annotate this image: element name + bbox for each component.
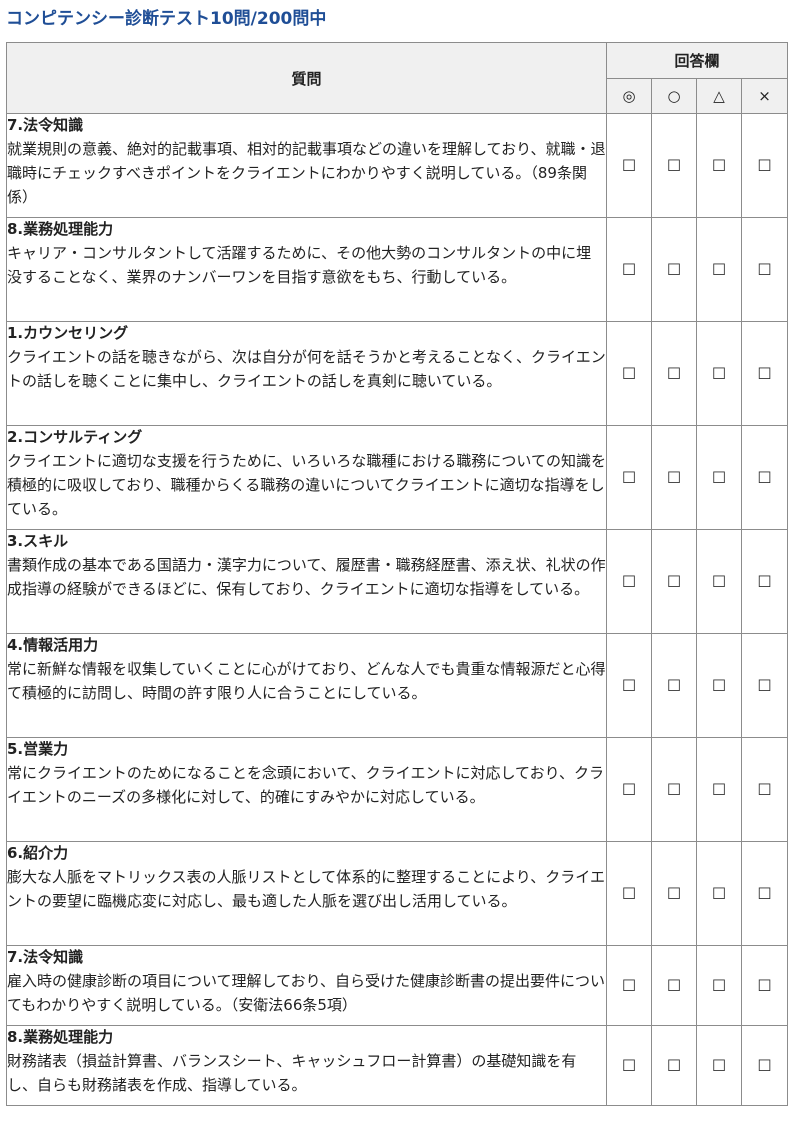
question-text: 常に新鮮な情報を収集していくことに心がけており、どんな人でも貴重な情報源だと心得… [7,660,606,702]
answer-column-header: 回答欄 [605,42,789,79]
question-title: 1.カウンセリング [7,324,129,342]
answer-checkbox-fair[interactable]: ☐ [696,945,742,1026]
answer-checkbox-fair[interactable]: ☐ [696,633,742,738]
question-title: 7.法令知識 [7,116,84,134]
question-text: 雇入時の健康診断の項目について理解しており、自ら受けた健康診断書の提出要件につい… [7,972,606,1014]
answer-checkbox-excellent[interactable]: ☐ [606,217,652,322]
question-text: 書類作成の基本である国語力・漢字力について、履歴書・職務経歴書、添え状、礼状の作… [7,556,606,598]
answer-checkbox-poor[interactable]: ☐ [740,633,789,738]
answer-checkbox-fair[interactable]: ☐ [696,217,742,322]
answer-checkbox-good[interactable]: ☐ [651,945,697,1026]
question-text: クライエントに適切な支援を行うために、いろいろな職種における職務についての知識を… [7,452,606,518]
answer-checkbox-good[interactable]: ☐ [651,217,697,322]
answer-checkbox-excellent[interactable]: ☐ [606,633,652,738]
answer-checkbox-poor[interactable]: ☐ [740,1025,789,1106]
answer-checkbox-excellent[interactable]: ☐ [606,1025,652,1106]
question-row: 8.業務処理能力 財務諸表（損益計算書、バランスシート、キャッシュフロー計算書）… [6,1025,789,1106]
answer-checkbox-poor[interactable]: ☐ [740,529,789,634]
question-text: 就業規則の意義、絶対的記載事項、相対的記載事項などの違いを理解しており、就職・退… [7,140,606,206]
question-text: 常にクライエントのためになることを念頭において、クライエントに対応しており、クラ… [7,764,605,806]
answer-checkbox-fair[interactable]: ☐ [696,737,742,842]
answer-checkbox-excellent[interactable]: ☐ [606,113,652,218]
question-text: 財務諸表（損益計算書、バランスシート、キャッシュフロー計算書）の基礎知識を有し、… [7,1052,577,1094]
question-column-header: 質問 [6,42,607,114]
question-title: 6.紹介力 [7,844,69,862]
answer-checkbox-good[interactable]: ☐ [651,425,697,530]
answer-checkbox-poor[interactable]: ☐ [740,425,789,530]
question-cell: 7.法令知識 雇入時の健康診断の項目について理解しており、自ら受けた健康診断書の… [6,945,607,1026]
question-title: 4.情報活用力 [7,636,99,654]
answer-checkbox-fair[interactable]: ☐ [696,321,742,426]
answer-checkbox-poor[interactable]: ☐ [740,321,789,426]
question-cell: 8.業務処理能力 キャリア・コンサルタントして活躍するために、その他大勢のコンサ… [6,217,607,322]
competency-table: 質問 回答欄 ◎ ○ △ × 7.法令知識 就業規則の意義、絶対的記載事項、相対… [6,42,789,1106]
question-row: 7.法令知識 雇入時の健康診断の項目について理解しており、自ら受けた健康診断書の… [6,945,789,1026]
answer-checkbox-good[interactable]: ☐ [651,321,697,426]
page-title: コンピテンシー診断テスト10問/200問中 [6,9,327,29]
question-row: 3.スキル 書類作成の基本である国語力・漢字力について、履歴書・職務経歴書、添え… [6,529,789,634]
question-cell: 4.情報活用力 常に新鮮な情報を収集していくことに心がけており、どんな人でも貴重… [6,633,607,738]
question-cell: 1.カウンセリング クライエントの話を聴きながら、次は自分が何を話そうかと考える… [6,321,607,426]
question-cell: 8.業務処理能力 財務諸表（損益計算書、バランスシート、キャッシュフロー計算書）… [6,1025,607,1106]
question-row: 7.法令知識 就業規則の意義、絶対的記載事項、相対的記載事項などの違いを理解して… [6,113,789,218]
answer-checkbox-good[interactable]: ☐ [651,113,697,218]
question-cell: 2.コンサルティング クライエントに適切な支援を行うために、いろいろな職種におけ… [6,425,607,530]
answer-checkbox-good[interactable]: ☐ [651,1025,697,1106]
question-title: 7.法令知識 [7,948,84,966]
answer-checkbox-good[interactable]: ☐ [651,841,697,946]
answer-checkbox-poor[interactable]: ☐ [740,841,789,946]
question-row: 4.情報活用力 常に新鮮な情報を収集していくことに心がけており、どんな人でも貴重… [6,633,789,738]
answer-checkbox-excellent[interactable]: ☐ [606,945,652,1026]
answer-checkbox-excellent[interactable]: ☐ [606,321,652,426]
question-title: 3.スキル [7,532,69,550]
option-header-excellent: ◎ [606,78,652,114]
question-title: 5.営業力 [7,740,69,758]
answer-checkbox-poor[interactable]: ☐ [740,737,789,842]
question-title: 8.業務処理能力 [7,220,114,238]
answer-checkbox-poor[interactable]: ☐ [740,945,789,1026]
answer-checkbox-excellent[interactable]: ☐ [606,529,652,634]
answer-checkbox-fair[interactable]: ☐ [696,1025,742,1106]
option-header-good: ○ [651,78,697,114]
question-row: 1.カウンセリング クライエントの話を聴きながら、次は自分が何を話そうかと考える… [6,321,789,426]
answer-checkbox-poor[interactable]: ☐ [740,113,789,218]
answer-checkbox-fair[interactable]: ☐ [696,425,742,530]
question-text: 膨大な人脈をマトリックス表の人脈リストとして体系的に整理することにより、クライエ… [7,868,606,910]
question-cell: 6.紹介力 膨大な人脈をマトリックス表の人脈リストとして体系的に整理することによ… [6,841,607,946]
answer-checkbox-fair[interactable]: ☐ [696,113,742,218]
question-cell: 5.営業力 常にクライエントのためになることを念頭において、クライエントに対応し… [6,737,607,842]
answer-checkbox-excellent[interactable]: ☐ [606,841,652,946]
option-header-poor: × [740,78,789,114]
question-cell: 3.スキル 書類作成の基本である国語力・漢字力について、履歴書・職務経歴書、添え… [6,529,607,634]
question-cell: 7.法令知識 就業規則の意義、絶対的記載事項、相対的記載事項などの違いを理解して… [6,113,607,218]
question-text: クライエントの話を聴きながら、次は自分が何を話そうかと考えることなく、クライエン… [7,348,606,390]
question-row: 2.コンサルティング クライエントに適切な支援を行うために、いろいろな職種におけ… [6,425,789,530]
answer-checkbox-good[interactable]: ☐ [651,737,697,842]
question-row: 6.紹介力 膨大な人脈をマトリックス表の人脈リストとして体系的に整理することによ… [6,841,789,946]
answer-checkbox-poor[interactable]: ☐ [740,217,789,322]
question-title: 8.業務処理能力 [7,1028,114,1046]
answer-checkbox-good[interactable]: ☐ [651,529,697,634]
answer-checkbox-fair[interactable]: ☐ [696,529,742,634]
option-header-fair: △ [696,78,742,114]
question-title: 2.コンサルティング [7,428,143,446]
answer-checkbox-excellent[interactable]: ☐ [606,737,652,842]
answer-checkbox-good[interactable]: ☐ [651,633,697,738]
answer-checkbox-fair[interactable]: ☐ [696,841,742,946]
question-row: 5.営業力 常にクライエントのためになることを念頭において、クライエントに対応し… [6,737,789,842]
question-text: キャリア・コンサルタントして活躍するために、その他大勢のコンサルタントの中に埋没… [7,244,592,286]
question-row: 8.業務処理能力 キャリア・コンサルタントして活躍するために、その他大勢のコンサ… [6,217,789,322]
answer-checkbox-excellent[interactable]: ☐ [606,425,652,530]
